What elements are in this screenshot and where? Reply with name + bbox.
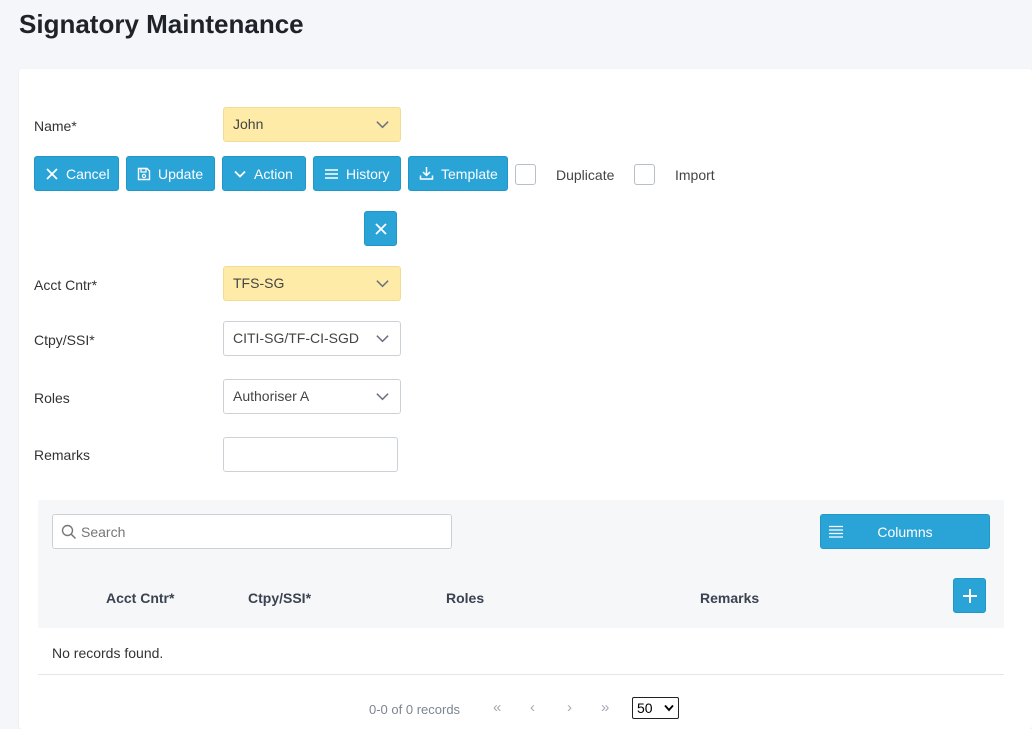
update-label: Update	[158, 165, 204, 182]
template-button[interactable]: Template	[408, 156, 508, 191]
column-header-acct-cntr[interactable]: Acct Cntr*	[106, 590, 174, 606]
cancel-label: Cancel	[66, 165, 110, 182]
save-icon	[137, 167, 151, 180]
page-size-select[interactable]: 50	[632, 697, 679, 719]
chevron-down-icon	[376, 121, 389, 129]
column-header-ctpy-ssi[interactable]: Ctpy/SSI*	[248, 590, 311, 606]
action-label: Action	[254, 165, 293, 182]
page-size-value: 50	[637, 700, 653, 716]
clear-button[interactable]	[364, 211, 397, 246]
page-title: Signatory Maintenance	[19, 9, 304, 39]
ctpy-ssi-value: CITI-SG/TF-CI-SGD	[233, 330, 359, 346]
columns-button[interactable]: Columns	[820, 514, 990, 549]
acct-cntr-label: Acct Cntr*	[34, 277, 98, 293]
roles-value: Authoriser A	[233, 388, 310, 404]
pager-summary: 0-0 of 0 records	[369, 702, 461, 717]
duplicate-label: Duplicate	[556, 167, 615, 183]
ctpy-ssi-label: Ctpy/SSI*	[34, 332, 95, 348]
first-page-icon[interactable]: «	[493, 699, 501, 716]
ctpy-ssi-select[interactable]: CITI-SG/TF-CI-SGD	[223, 321, 401, 356]
last-page-icon[interactable]: »	[601, 699, 609, 716]
chevron-down-icon	[376, 335, 389, 343]
name-select[interactable]: John	[223, 107, 401, 142]
acct-cntr-value: TFS-SG	[233, 275, 285, 291]
name-label: Name*	[34, 118, 77, 134]
import-checkbox[interactable]	[634, 164, 655, 185]
add-row-button[interactable]	[953, 578, 986, 613]
remarks-input[interactable]	[223, 437, 398, 472]
cancel-button[interactable]: Cancel	[34, 156, 119, 191]
column-header-remarks[interactable]: Remarks	[700, 590, 759, 606]
download-icon	[419, 167, 434, 180]
template-label: Template	[441, 165, 498, 182]
next-page-icon[interactable]: ›	[567, 699, 572, 716]
roles-select[interactable]: Authoriser A	[223, 379, 401, 414]
duplicate-checkbox[interactable]	[515, 164, 536, 185]
columns-label: Columns	[877, 524, 933, 540]
search-placeholder: Search	[81, 524, 126, 540]
history-label: History	[346, 165, 390, 182]
remarks-label: Remarks	[34, 447, 91, 463]
update-button[interactable]: Update	[126, 156, 215, 191]
roles-label: Roles	[34, 390, 70, 406]
search-input[interactable]: Search	[52, 514, 452, 549]
search-icon	[61, 524, 77, 540]
plus-icon	[963, 589, 977, 603]
column-header-roles[interactable]: Roles	[446, 590, 484, 606]
chevron-down-icon	[234, 170, 246, 178]
empty-message: No records found.	[52, 645, 164, 661]
chevron-down-icon	[664, 704, 674, 712]
menu-icon	[325, 168, 338, 179]
chevron-down-icon	[376, 393, 389, 401]
close-icon	[46, 167, 58, 180]
prev-page-icon[interactable]: ‹	[530, 699, 535, 716]
acct-cntr-select[interactable]: TFS-SG	[223, 266, 401, 301]
history-button[interactable]: History	[313, 156, 401, 191]
close-icon	[375, 223, 387, 235]
name-value: John	[233, 116, 264, 132]
chevron-down-icon	[376, 280, 389, 288]
empty-row: No records found.	[38, 628, 1004, 675]
import-label: Import	[675, 167, 715, 183]
action-button[interactable]: Action	[222, 156, 306, 191]
